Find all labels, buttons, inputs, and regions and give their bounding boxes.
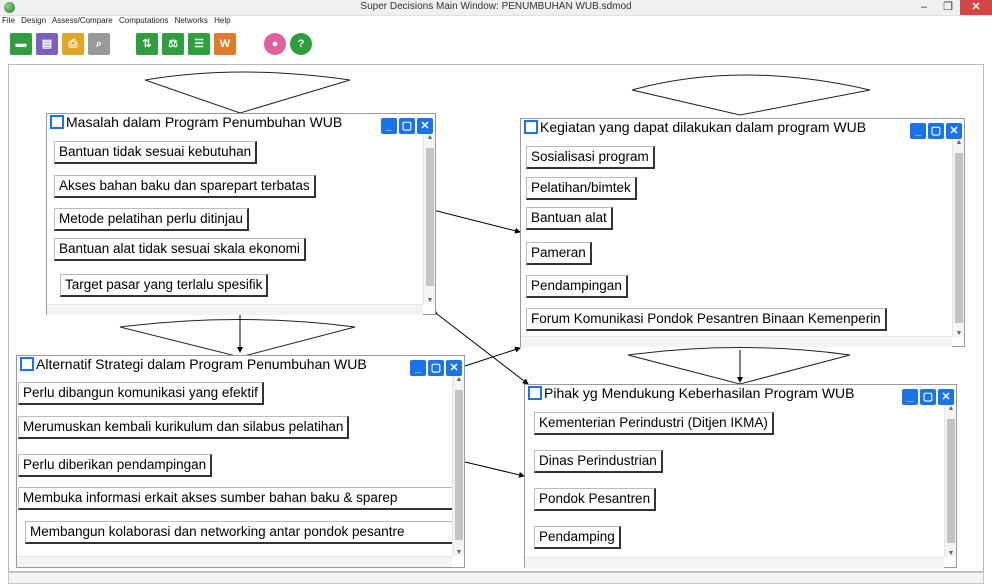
node[interactable]: Pendampingan (526, 275, 628, 298)
cluster-title: Masalah dalam Program Penumbuhan WUB (66, 114, 343, 130)
node[interactable]: Metode pelatihan perlu ditinjau (54, 208, 249, 231)
cluster-restore-button[interactable]: ▢ (399, 118, 415, 134)
self-loop-kegiatan (631, 74, 871, 116)
cluster-pihak[interactable]: Pihak yg Mendukung Keberhasilan Program … (524, 384, 957, 568)
vertical-scrollbar[interactable]: ▲ ▼ (944, 405, 956, 557)
cluster-kegiatan[interactable]: Kegiatan yang dapat dilakukan dalam prog… (520, 118, 965, 347)
cluster-checkbox-icon[interactable] (524, 120, 538, 134)
cluster-header[interactable]: Kegiatan yang dapat dilakukan dalam prog… (521, 119, 964, 139)
cluster-checkbox-icon[interactable] (50, 115, 64, 129)
cluster-close-button[interactable]: ✕ (417, 118, 433, 134)
cluster-close-button[interactable]: ✕ (446, 360, 462, 376)
node[interactable]: Perlu diberikan pendampingan (18, 454, 213, 477)
cluster-restore-button[interactable]: ▢ (920, 389, 936, 405)
cluster-alternatif[interactable]: Alternatif Strategi dalam Program Penumb… (16, 355, 465, 568)
cluster-minimize-button[interactable]: _ (902, 389, 918, 405)
cluster-checkbox-icon[interactable] (528, 386, 542, 400)
cluster-close-button[interactable]: ✕ (946, 123, 962, 139)
vertical-scrollbar[interactable]: ▲ ▼ (423, 134, 435, 304)
node[interactable]: Pelatihan/bimtek (526, 177, 637, 200)
cluster-header[interactable]: Pihak yg Mendukung Keberhasilan Program … (525, 385, 956, 405)
vertical-scrollbar[interactable]: ▲ ▼ (452, 376, 464, 556)
horizontal-scrollbar[interactable] (521, 336, 952, 347)
cluster-title: Kegiatan yang dapat dilakukan dalam prog… (540, 119, 867, 135)
canvas-horizontal-scrollbar[interactable] (8, 572, 984, 584)
horizontal-scrollbar[interactable] (47, 304, 423, 315)
node[interactable]: Bantuan alat (526, 207, 613, 230)
node[interactable]: Target pasar yang terlalu spesifik (60, 274, 269, 297)
node[interactable]: Pameran (526, 242, 592, 265)
node[interactable]: Sosialisasi program (526, 146, 655, 169)
cluster-close-button[interactable]: ✕ (938, 389, 954, 405)
node[interactable]: Membuka informasi erkait akses sumber ba… (18, 487, 454, 510)
node[interactable]: Dinas Perindustrian (534, 450, 663, 473)
cluster-header[interactable]: Masalah dalam Program Penumbuhan WUB _ ▢ ✕ (47, 114, 435, 134)
cluster-restore-button[interactable]: ▢ (428, 360, 444, 376)
self-loop-masalah (144, 71, 351, 114)
cluster-header[interactable]: Alternatif Strategi dalam Program Penumb… (17, 356, 464, 376)
node[interactable]: Perlu dibangun komunikasi yang efektif (18, 382, 264, 405)
horizontal-scrollbar[interactable] (17, 556, 452, 567)
cluster-title: Alternatif Strategi dalam Program Penumb… (36, 356, 367, 372)
cluster-masalah[interactable]: Masalah dalam Program Penumbuhan WUB _ ▢ ✕… (46, 113, 436, 315)
node[interactable]: Akses bahan baku dan sparepart terbatas (54, 175, 316, 198)
cluster-minimize-button[interactable]: _ (381, 118, 397, 134)
self-loop-pihak (627, 347, 851, 385)
node[interactable]: Membangun kolaborasi dan networking anta… (25, 521, 454, 544)
horizontal-scrollbar[interactable] (525, 557, 944, 568)
self-loop-alternatif (119, 319, 356, 358)
cluster-checkbox-icon[interactable] (20, 357, 34, 371)
link-masalah-kegiatan (427, 205, 521, 234)
link-alternatif-pihak (459, 457, 525, 478)
node[interactable]: Pendamping (534, 526, 621, 549)
cluster-minimize-button[interactable]: _ (910, 123, 926, 139)
node[interactable]: Bantuan alat tidak sesuai skala ekonomi (54, 238, 306, 261)
node[interactable]: Kementerian Perindustri (Ditjen IKMA) (534, 412, 774, 435)
cluster-minimize-button[interactable]: _ (410, 360, 426, 376)
node[interactable]: Bantuan tidak sesuai kebutuhan (54, 141, 258, 164)
node[interactable]: Forum Komunikasi Pondok Pesantren Binaan… (526, 308, 887, 331)
node[interactable]: Pondok Pesantren (534, 488, 657, 511)
cluster-title: Pihak yg Mendukung Keberhasilan Program … (544, 385, 855, 401)
vertical-scrollbar[interactable]: ▲ ▼ (952, 139, 964, 337)
cluster-restore-button[interactable]: ▢ (928, 123, 944, 139)
node[interactable]: Merumuskan kembali kurikulum dan silabus… (18, 416, 350, 439)
